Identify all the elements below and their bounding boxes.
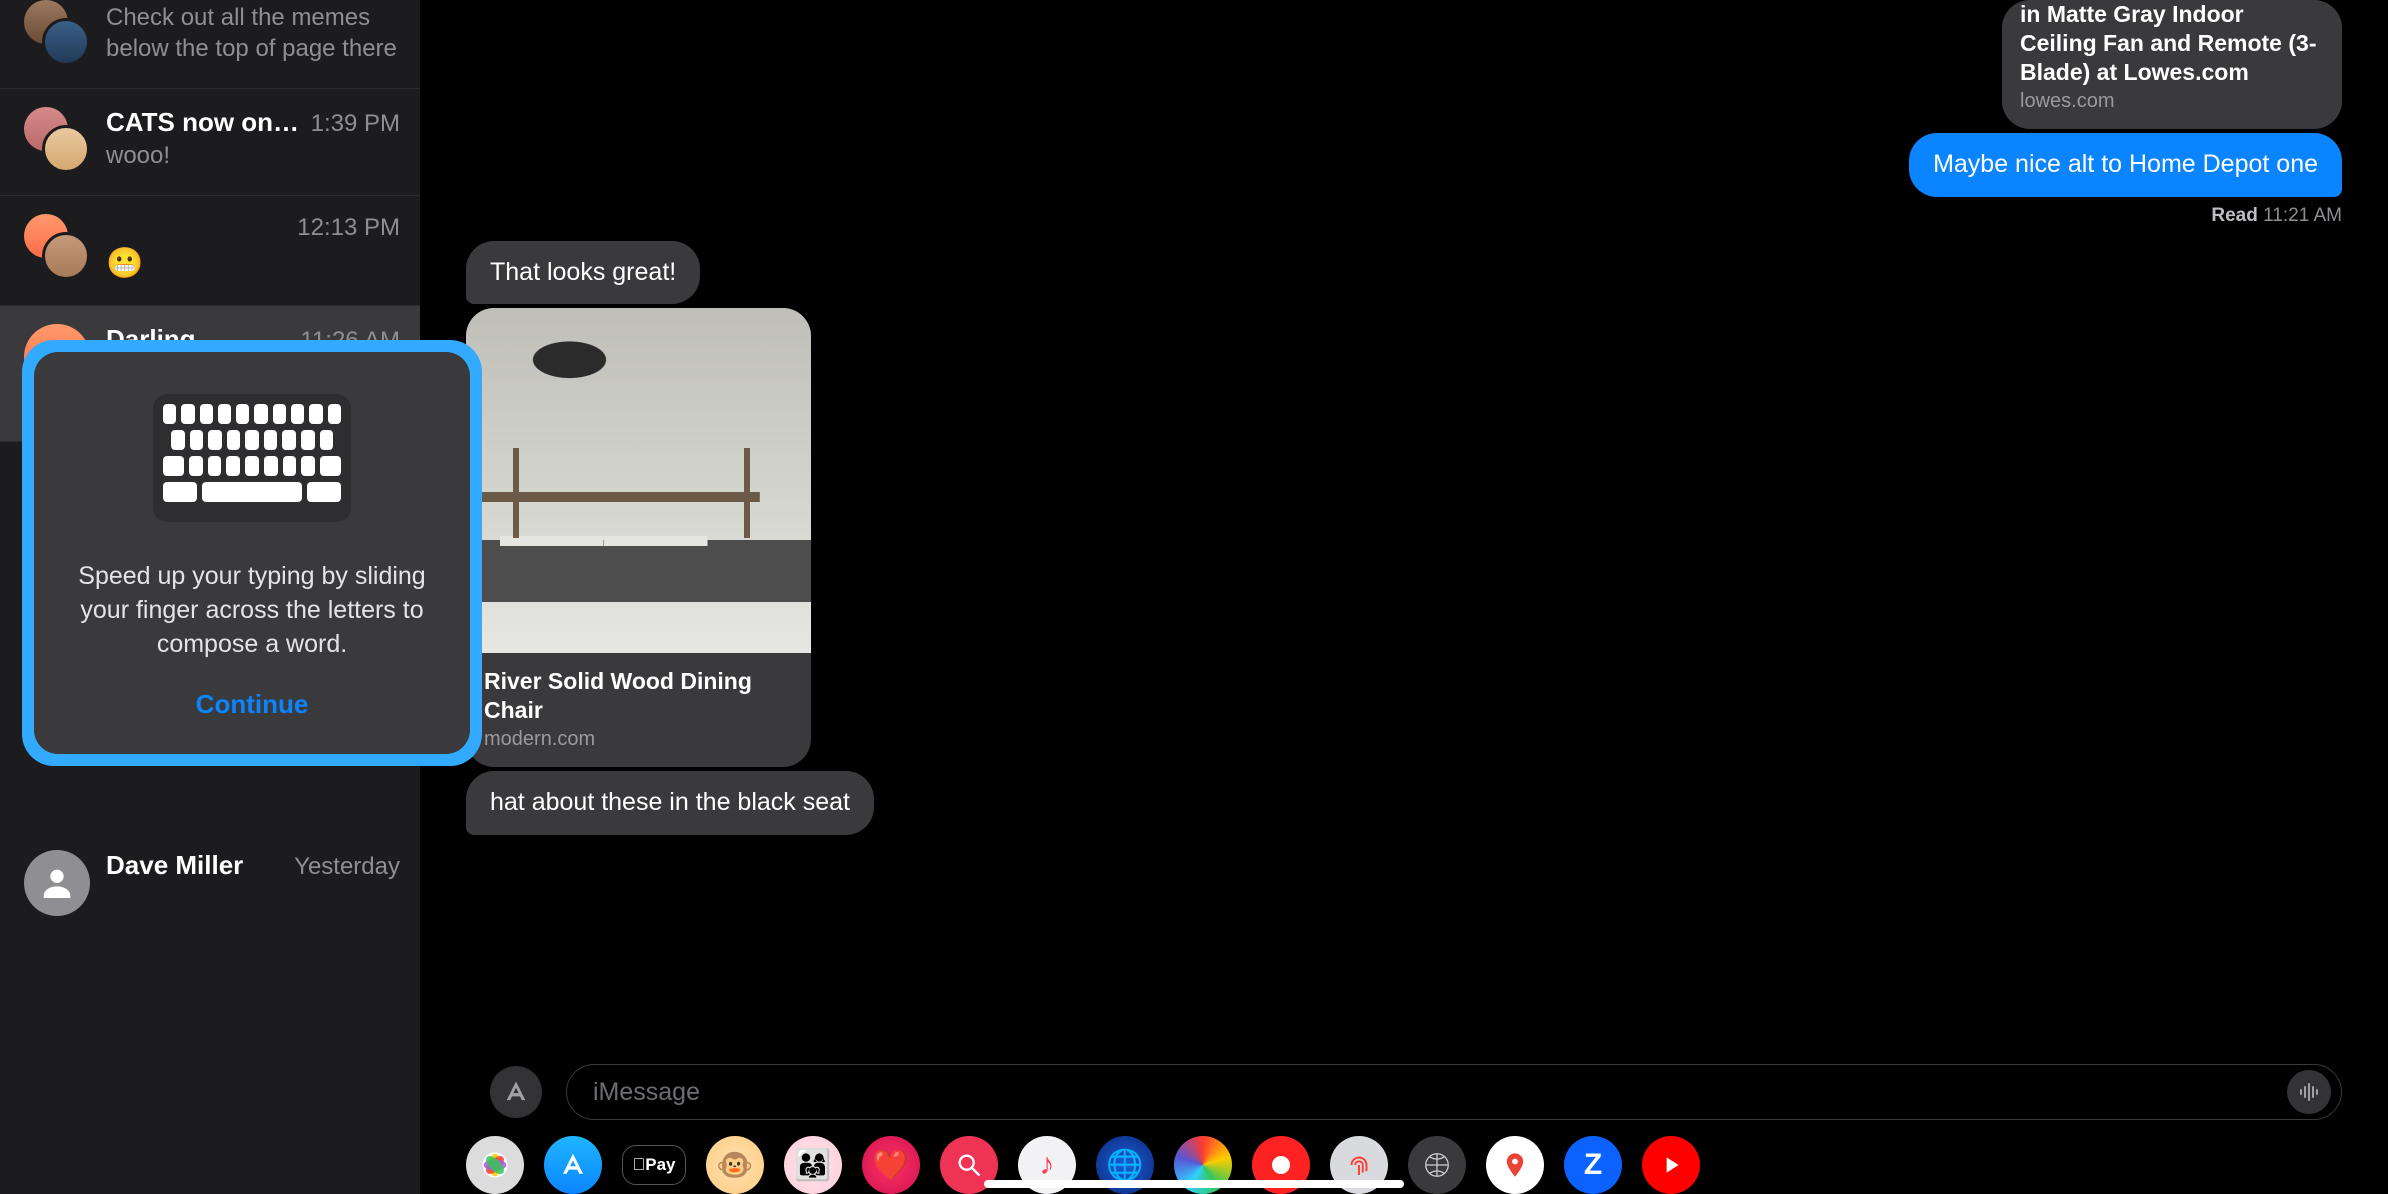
conversation-name: CATS now on Zac'… [106, 107, 301, 138]
digital-touch-icon[interactable]: ❤️ [862, 1136, 920, 1194]
conversation-preview: Check out all the memes below the top of… [106, 2, 400, 64]
map-pin-icon [1501, 1151, 1529, 1179]
conversation-time: 12:13 PM [297, 214, 400, 242]
message-input[interactable] [593, 1078, 2287, 1107]
fingerprint-icon [1344, 1150, 1374, 1180]
play-icon [1658, 1152, 1684, 1178]
link-image [466, 308, 811, 653]
link-preview-card[interactable]: River Solid Wood Dining Chair modern.com [466, 308, 811, 768]
app-drawer-button[interactable] [490, 1066, 542, 1118]
conversation-preview: 😬 [106, 244, 400, 283]
google-maps-icon[interactable] [1486, 1136, 1544, 1194]
received-message-bubble[interactable]: hat about these in the black seat [466, 771, 874, 834]
app-store-icon[interactable] [544, 1136, 602, 1194]
photos-flower-icon [478, 1148, 512, 1182]
conversation-time: Yesterday [294, 853, 400, 881]
keyboard-icon [153, 394, 351, 522]
message-input-wrap[interactable] [566, 1064, 2342, 1120]
avatar-group [24, 0, 90, 66]
conversation-row[interactable]: CATS now on Zac'… 1:39 PM wooo! [0, 89, 420, 196]
youtube-icon[interactable] [1642, 1136, 1700, 1194]
conversation-row[interactable]: 12:13 PM 😬 [0, 196, 420, 306]
link-title: River Solid Wood Dining Chair [484, 667, 793, 725]
link-domain: lowes.com [2020, 90, 2324, 113]
conversation-preview: wooo! [106, 140, 400, 171]
avatar [24, 850, 90, 916]
conversation-row[interactable]: Check out all the memes below the top of… [0, 0, 420, 89]
more-apps-icon[interactable] [1408, 1136, 1466, 1194]
a-letter-icon [558, 1150, 588, 1180]
received-message-bubble[interactable]: That looks great! [466, 241, 700, 304]
waveform-icon [2297, 1080, 2321, 1104]
link-preview-card[interactable]: in Matte Gray Indoor Ceiling Fan and Rem… [2002, 0, 2342, 129]
compose-bar [420, 1054, 2388, 1130]
tip-text: Speed up your typing by sliding your fin… [64, 560, 440, 661]
link-title: in Matte Gray Indoor Ceiling Fan and Rem… [2020, 0, 2324, 86]
tip-popover: Speed up your typing by sliding your fin… [22, 340, 482, 766]
avatar-group [24, 107, 90, 173]
sent-message-bubble[interactable]: Maybe nice alt to Home Depot one [1909, 133, 2342, 196]
app-store-a-icon [502, 1078, 530, 1106]
conversation-row[interactable]: Dave Miller Yesterday [0, 832, 420, 938]
people-icon[interactable]: 👨‍👩‍👧 [784, 1136, 842, 1194]
read-receipt: Read 11:21 AM [2211, 205, 2342, 227]
apple-pay-icon[interactable]: Pay [622, 1145, 686, 1185]
globe-grid-icon [1422, 1150, 1452, 1180]
home-indicator[interactable] [984, 1180, 1404, 1188]
avatar-group [24, 214, 90, 280]
memoji-icon[interactable]: 🐵 [706, 1136, 764, 1194]
message-thread: in Matte Gray Indoor Ceiling Fan and Rem… [420, 0, 2388, 1194]
app-photos-icon[interactable] [466, 1136, 524, 1194]
magnify-icon [955, 1151, 983, 1179]
continue-button[interactable]: Continue [64, 689, 440, 720]
conversation-name: Dave Miller [106, 850, 243, 881]
zillow-icon[interactable]: Z [1564, 1136, 1622, 1194]
dictate-button[interactable] [2287, 1070, 2331, 1114]
imessage-app-strip: Pay 🐵 👨‍👩‍👧 ❤️ ♪ 🌐 Z [420, 1130, 2388, 1194]
link-domain: modern.com [484, 728, 793, 751]
conversation-time: 1:39 PM [311, 110, 400, 138]
